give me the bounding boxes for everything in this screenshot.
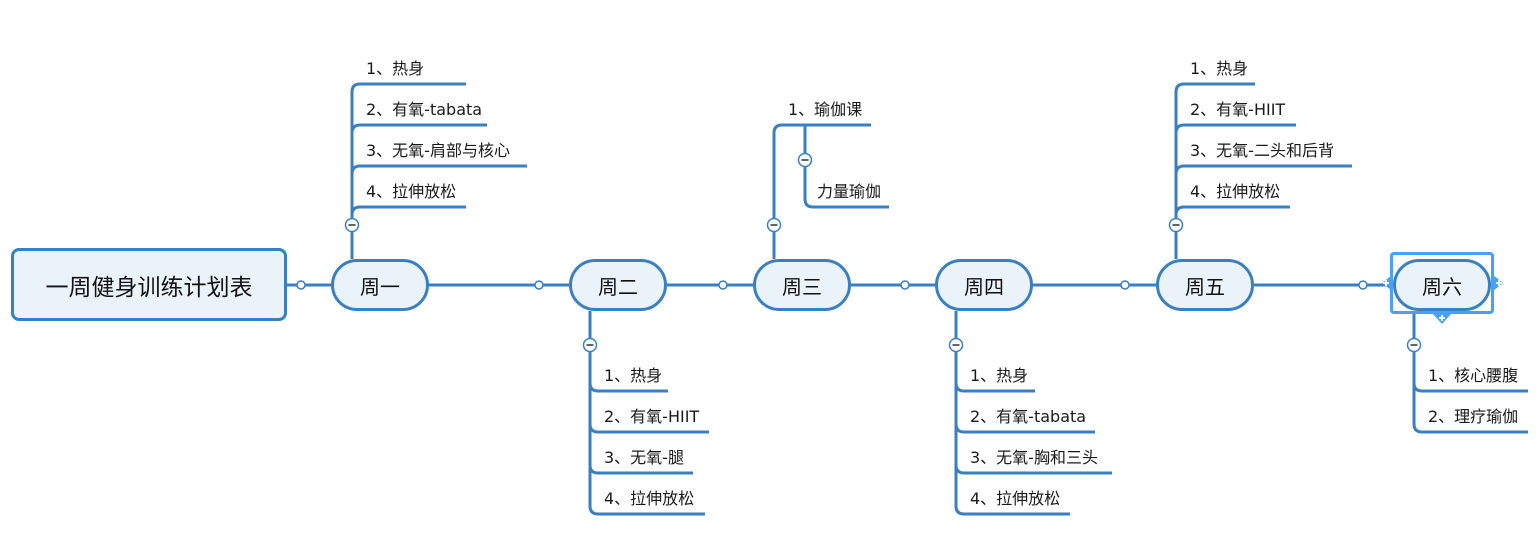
connector-dot-icon (296, 280, 306, 290)
day-topic[interactable]: 周二 (569, 259, 667, 311)
subtopic[interactable]: 3、无氧-腿 (604, 448, 684, 468)
connector-dot-icon (534, 280, 544, 290)
subtopic[interactable]: 力量瑜伽 (817, 182, 881, 202)
collapse-toggle-icon[interactable] (344, 217, 360, 233)
subtopic[interactable]: 1、热身 (366, 59, 424, 79)
day-topic-label: 周五 (1185, 274, 1225, 299)
day-topic[interactable]: 周一 (331, 259, 429, 311)
subtopic[interactable]: 3、无氧-二头和后背 (1190, 141, 1334, 161)
collapse-toggle-icon[interactable] (582, 337, 598, 353)
branch-line (1174, 164, 1352, 175)
subtopic[interactable]: 1、热身 (970, 366, 1028, 386)
root-topic[interactable]: 一周健身训练计划表 (11, 248, 287, 321)
day-topic-label: 周三 (782, 274, 822, 299)
day-topic[interactable]: 周五 (1156, 259, 1254, 311)
subtopic[interactable]: 1、核心腰腹 (1428, 366, 1518, 386)
collapse-toggle-icon[interactable] (948, 337, 964, 353)
subtopic[interactable]: 3、无氧-肩部与核心 (366, 141, 510, 161)
connector-dot-icon (1358, 280, 1368, 290)
subtopic[interactable]: 4、拉伸放松 (1190, 182, 1280, 202)
selection-frame (1390, 252, 1494, 314)
add-topic-plus-icon[interactable] (1432, 313, 1452, 324)
subtopic[interactable]: 2、有氧-tabata (366, 100, 482, 120)
branch-line (1174, 123, 1296, 134)
day-topic[interactable]: 周三 (753, 259, 851, 311)
connector-dot-icon (1120, 280, 1130, 290)
connector-dot-icon (900, 280, 910, 290)
connector-dot-icon (718, 280, 728, 290)
collapse-toggle-icon[interactable] (1406, 337, 1422, 353)
collapse-toggle-icon[interactable] (1168, 217, 1184, 233)
add-topic-plus-icon[interactable] (1493, 275, 1503, 291)
subtopic[interactable]: 4、拉伸放松 (366, 182, 456, 202)
subtopic[interactable]: 2、有氧-HIIT (1190, 100, 1285, 120)
branch-line (350, 123, 487, 134)
subtopic[interactable]: 1、热身 (1190, 59, 1248, 79)
subtopic[interactable]: 2、理疗瑜伽 (1428, 407, 1518, 427)
subtopic[interactable]: 1、热身 (604, 366, 662, 386)
subtopic[interactable]: 1、瑜伽课 (788, 100, 862, 120)
subtopic[interactable]: 4、拉伸放松 (604, 489, 694, 509)
root-topic-label: 一周健身训练计划表 (45, 274, 253, 301)
day-topic-label: 周一 (360, 274, 400, 299)
day-topic[interactable]: 周四 (935, 259, 1033, 311)
subtopic[interactable]: 4、拉伸放松 (970, 489, 1060, 509)
subtopic[interactable]: 3、无氧-胸和三头 (970, 448, 1098, 468)
subtopic[interactable]: 2、有氧-tabata (970, 407, 1086, 427)
branch-line (1174, 205, 1290, 216)
day-topic-label: 周二 (598, 274, 638, 299)
day-topic-label: 周四 (964, 274, 1004, 299)
collapse-toggle-icon[interactable] (766, 217, 782, 233)
branch-line (350, 164, 527, 175)
collapse-toggle-icon[interactable] (797, 152, 813, 168)
branch-line (350, 205, 466, 216)
subtopic[interactable]: 2、有氧-HIIT (604, 407, 699, 427)
